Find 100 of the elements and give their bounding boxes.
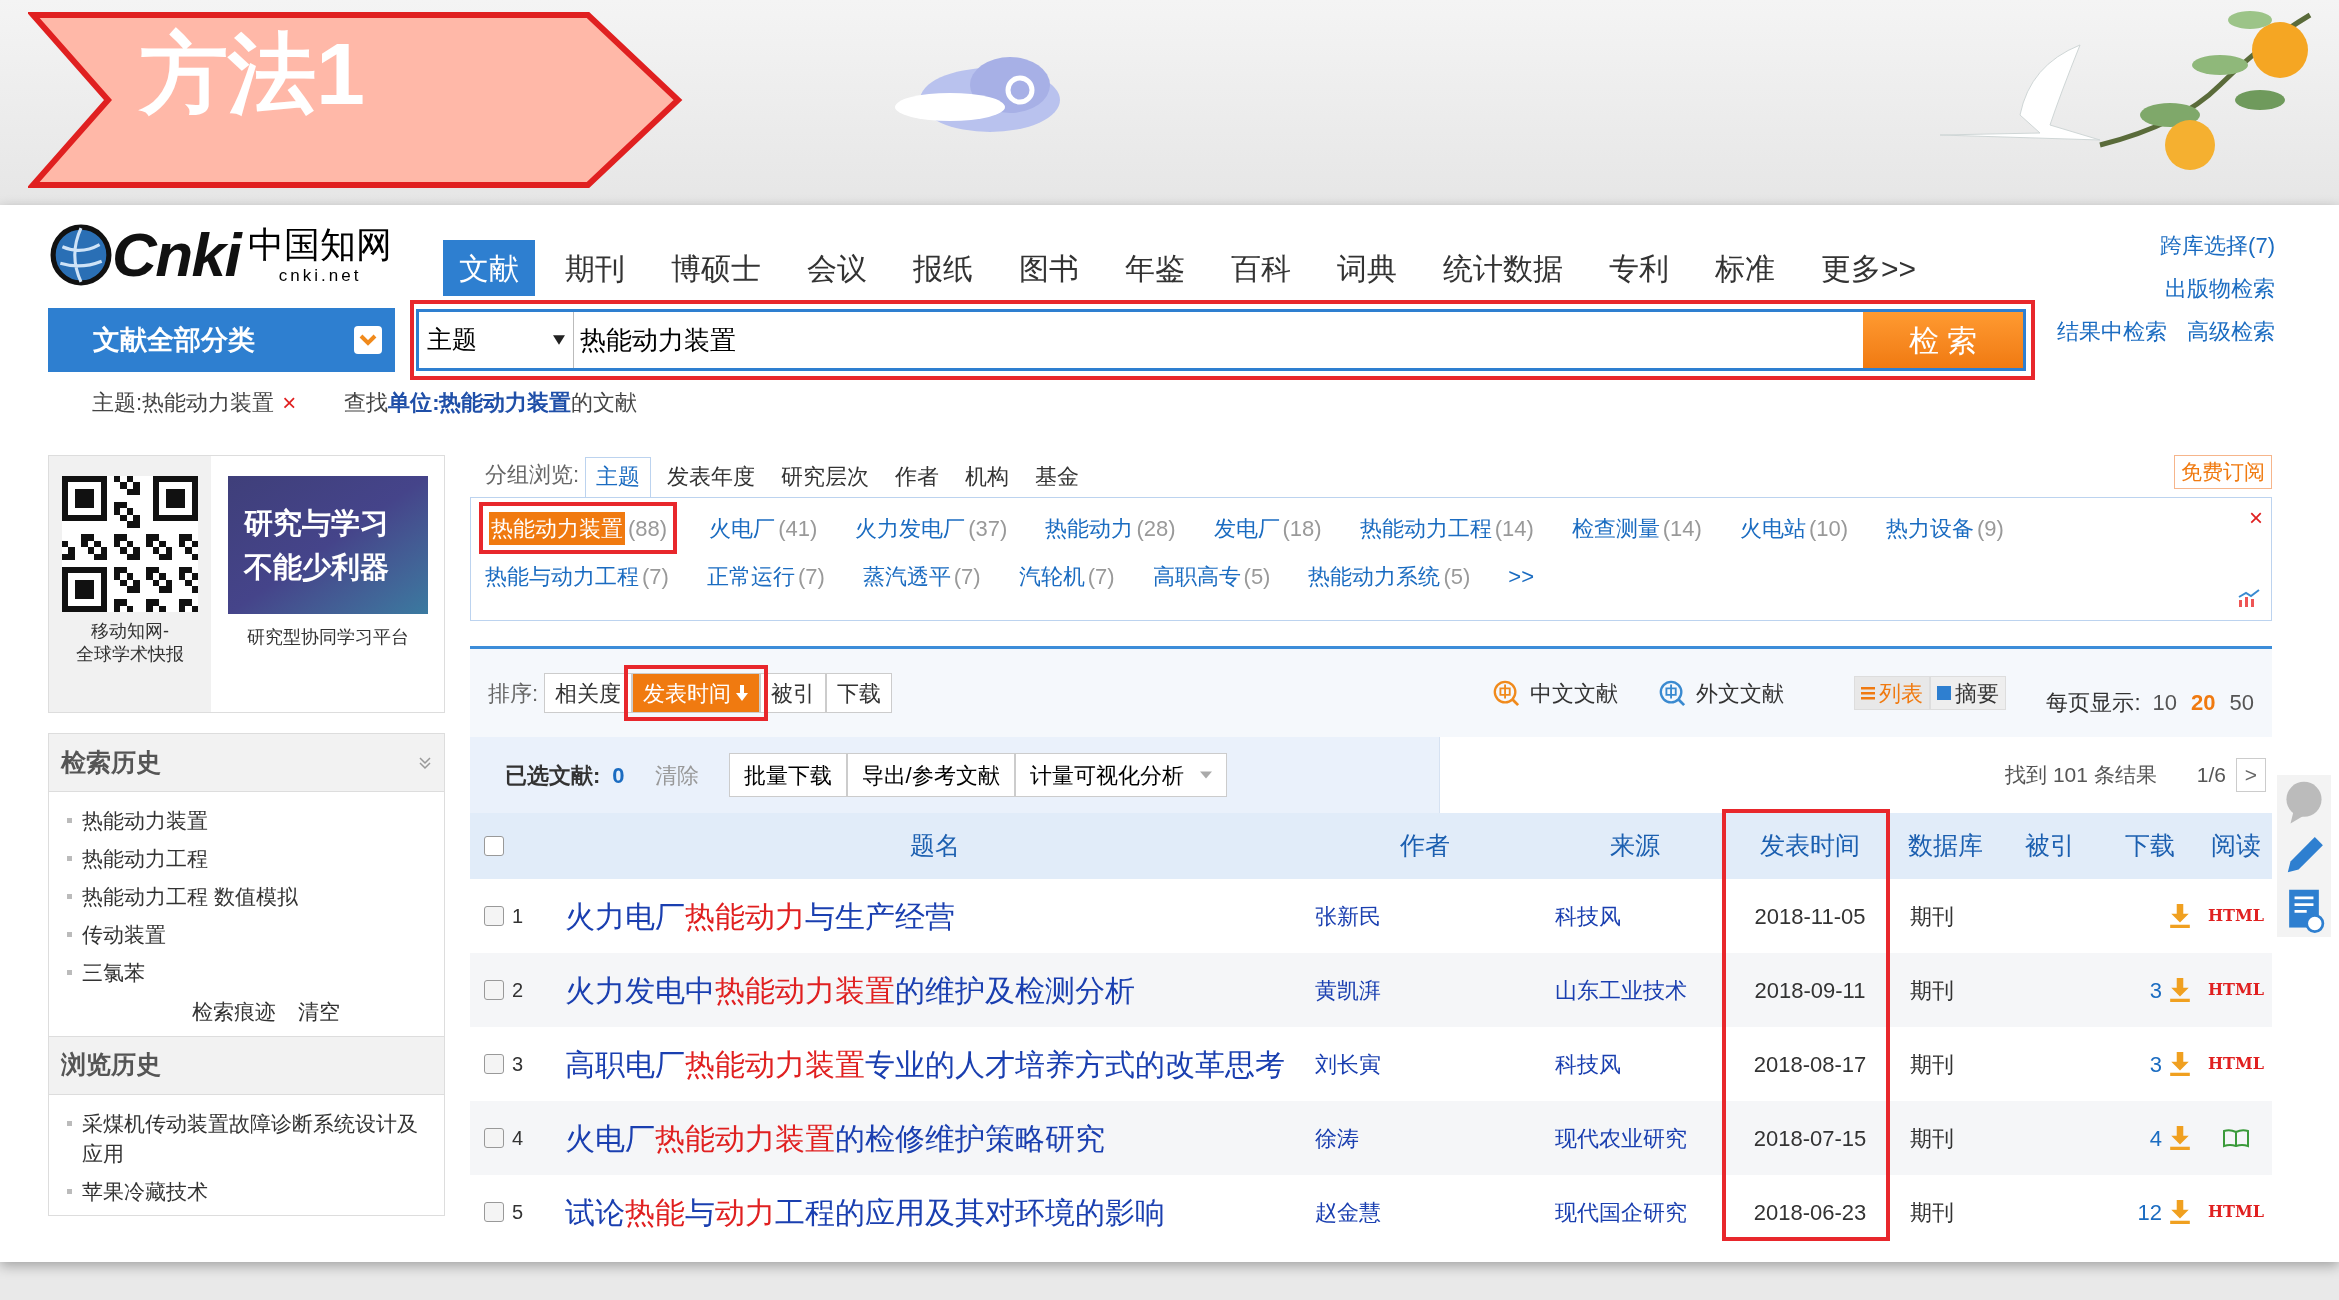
- group-tab[interactable]: 机构: [955, 457, 1020, 497]
- bullet-icon: [67, 818, 72, 823]
- article-title[interactable]: 高职电厂热能动力装置专业的人才培养方式的改革思考: [560, 1041, 1310, 1087]
- html-link[interactable]: HTML: [2208, 1052, 2264, 1076]
- close-button[interactable]: ×: [2249, 500, 2263, 536]
- action-button[interactable]: 批量下载: [728, 753, 847, 797]
- checkbox[interactable]: [484, 836, 504, 856]
- category-button[interactable]: 文献全部分类: [48, 308, 395, 372]
- nav-tab[interactable]: 词典: [1321, 240, 1413, 296]
- html-link[interactable]: HTML: [2208, 978, 2264, 1002]
- link[interactable]: 清空: [298, 996, 340, 1028]
- per-page-option[interactable]: 50: [2229, 685, 2254, 719]
- html-link[interactable]: HTML: [2208, 904, 2264, 928]
- promo-caption: 研究型协同学习平台: [246, 626, 409, 649]
- topic-link[interactable]: 检查测量(14): [1571, 508, 1702, 548]
- caret-icon: [553, 335, 565, 345]
- topic-link[interactable]: 汽轮机(7): [1018, 556, 1115, 596]
- topic-link[interactable]: 热能动力(28): [1045, 508, 1176, 548]
- author-link[interactable]: 刘长寅: [1310, 1047, 1540, 1081]
- download-icon: [2168, 978, 2192, 1002]
- nav-tab[interactable]: 报纸: [897, 240, 989, 296]
- group-tab[interactable]: 发表年度: [657, 457, 766, 497]
- link[interactable]: 高级检索: [2187, 315, 2275, 348]
- result-count: 找到 101 条结果: [2005, 762, 2157, 789]
- history-item[interactable]: 热能动力工程: [82, 844, 208, 874]
- nav-tab[interactable]: 专利: [1593, 240, 1685, 296]
- source-link[interactable]: 科技风: [1540, 1047, 1730, 1081]
- search-bar[interactable]: 主题 热能动力装置 检 索: [416, 309, 2026, 371]
- source-link[interactable]: 山东工业技术: [1540, 973, 1730, 1007]
- sort-option[interactable]: 相关度: [544, 673, 633, 713]
- checkbox[interactable]: [484, 1054, 504, 1074]
- author-link[interactable]: 张新民: [1310, 899, 1540, 933]
- per-page-option[interactable]: 10: [2152, 685, 2178, 719]
- nav-tab[interactable]: 标准: [1699, 240, 1791, 296]
- field-select[interactable]: 主题: [419, 312, 574, 368]
- nav-tab[interactable]: 年鉴: [1109, 240, 1201, 296]
- history-item[interactable]: 热能动力装置: [82, 806, 208, 836]
- action-button[interactable]: 计量可视化分析: [1014, 753, 1227, 797]
- checkbox[interactable]: [484, 1128, 504, 1148]
- group-tab[interactable]: 作者: [885, 457, 950, 497]
- html-link[interactable]: HTML: [2208, 1200, 2264, 1224]
- history-item[interactable]: 热能动力工程 数值模拟: [82, 882, 298, 912]
- nav-tab[interactable]: 统计数据: [1427, 240, 1579, 296]
- checkbox[interactable]: [484, 906, 504, 926]
- nav-tab[interactable]: 会议: [791, 240, 883, 296]
- article-title[interactable]: 火力发电中热能动力装置的维护及检测分析: [560, 967, 1310, 1013]
- link[interactable]: 出版物检索: [2165, 272, 2275, 305]
- database-cell-text: 期刊: [1909, 1124, 1955, 1153]
- source-link[interactable]: 现代国企研究: [1540, 1195, 1730, 1229]
- checkbox[interactable]: [484, 1202, 504, 1222]
- topic-link[interactable]: 热能动力工程(14): [1359, 508, 1534, 548]
- language-filter[interactable]: 中文文献: [1492, 676, 1619, 710]
- history-item[interactable]: 传动装置: [82, 920, 166, 950]
- topic-link[interactable]: 热能动力系统(5): [1308, 556, 1471, 596]
- author-link[interactable]: 徐涛: [1310, 1121, 1540, 1155]
- topic-link[interactable]: 热能与动力工程(7): [485, 556, 669, 596]
- chart-icon: [2237, 588, 2261, 608]
- topic-link[interactable]: 火电站(10): [1739, 508, 1848, 548]
- link[interactable]: 结果中检索: [2057, 315, 2167, 348]
- topic-link[interactable]: 火电厂(41): [709, 508, 818, 548]
- group-tab[interactable]: 主题: [585, 457, 652, 497]
- link[interactable]: 检索痕迹: [192, 996, 276, 1028]
- source-link[interactable]: 现代农业研究: [1540, 1121, 1730, 1155]
- history-item[interactable]: 三氯苯: [82, 958, 145, 988]
- language-filter[interactable]: 外文文献: [1658, 676, 1785, 710]
- article-title[interactable]: 试论热能与动力工程的应用及其对环境的影响: [560, 1189, 1310, 1235]
- group-tab[interactable]: 基金: [1025, 457, 1090, 497]
- sort-option[interactable]: 下载: [826, 673, 893, 713]
- topic-link[interactable]: 发电厂(18): [1213, 508, 1322, 548]
- topic-link[interactable]: 火力发电厂(37): [855, 508, 1008, 548]
- nav-tab[interactable]: 更多>>: [1805, 240, 1933, 296]
- author-link[interactable]: 赵金慧: [1310, 1195, 1540, 1229]
- action-button[interactable]: 导出/参考文献: [846, 753, 1015, 797]
- nav-tab[interactable]: 图书: [1003, 240, 1095, 296]
- source-link[interactable]: 科技风: [1540, 899, 1730, 933]
- remove-button[interactable]: ×: [282, 384, 297, 421]
- author-link[interactable]: 黄凯湃: [1310, 973, 1540, 1007]
- more-link[interactable]: >>: [1508, 556, 1535, 596]
- nav-tab[interactable]: 博硕士: [655, 240, 777, 296]
- article-title[interactable]: 火电厂热能动力装置的检修维护策略研究: [560, 1115, 1310, 1161]
- sort-option[interactable]: 被引: [760, 673, 827, 713]
- promo-banner[interactable]: 研究与学习 不能少利器: [227, 476, 428, 614]
- history-item[interactable]: 采煤机传动装置故障诊断系统设计及应用: [82, 1108, 426, 1169]
- globe-icon: [50, 224, 112, 286]
- topic-link[interactable]: 热力设备(9): [1886, 508, 2004, 548]
- next-page-button[interactable]: >: [2236, 758, 2266, 792]
- nav-tab[interactable]: 期刊: [549, 240, 641, 296]
- nav-tab[interactable]: 文献: [443, 240, 535, 296]
- group-tab[interactable]: 研究层次: [771, 457, 880, 497]
- link[interactable]: 跨库选择(7): [2160, 229, 2275, 262]
- article-title[interactable]: 火力电厂热能动力与生产经营: [560, 893, 1310, 939]
- date-cell-text: 2018-07-15: [1752, 1124, 1868, 1153]
- topic-link[interactable]: 蒸汽透平(7): [862, 556, 981, 596]
- history-item[interactable]: 苹果冷藏技术: [82, 1176, 208, 1207]
- selected-label: 已选文献:: [505, 761, 601, 790]
- topic-link[interactable]: 正常运行(7): [706, 556, 825, 596]
- nav-tab[interactable]: 百科: [1215, 240, 1307, 296]
- checkbox[interactable]: [484, 980, 504, 1000]
- topic-link[interactable]: 高职高专(5): [1152, 556, 1271, 596]
- view-toggle[interactable]: 摘要: [1930, 676, 2007, 710]
